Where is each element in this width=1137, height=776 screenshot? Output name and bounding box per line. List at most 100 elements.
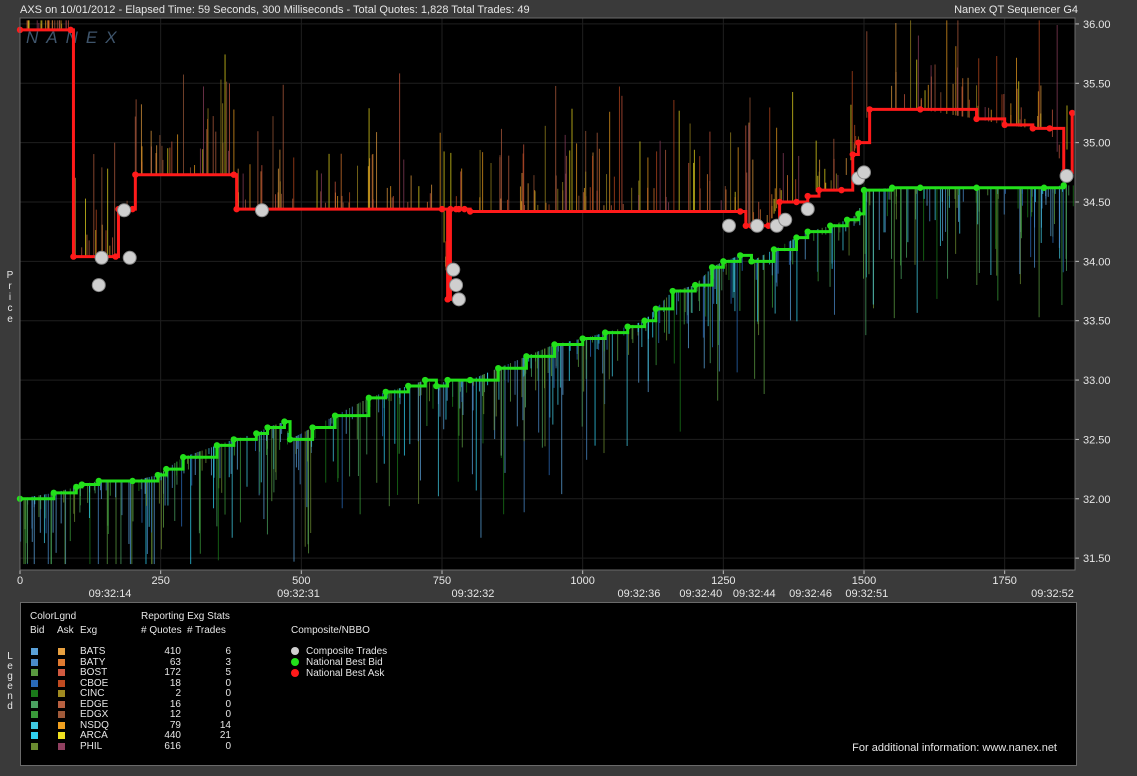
ask-color-swatch bbox=[58, 648, 65, 655]
col-ask-header: Ask bbox=[57, 625, 74, 636]
stats-title: Reporting Exg Stats bbox=[141, 611, 230, 622]
bid-point bbox=[163, 465, 170, 473]
x-tick-label: 1750 bbox=[992, 575, 1016, 587]
bid-color-swatch bbox=[31, 711, 38, 718]
composite-trade-marker bbox=[446, 262, 461, 277]
ask-color-swatch bbox=[58, 690, 65, 697]
bid-point bbox=[579, 335, 586, 342]
ask-point bbox=[855, 139, 862, 146]
bid-point bbox=[708, 264, 716, 271]
ask-point bbox=[742, 222, 750, 229]
bid-point bbox=[213, 442, 221, 449]
bid-point bbox=[973, 184, 980, 191]
y-tick-label: 34.00 bbox=[1083, 256, 1111, 268]
col-exg-header: Exg bbox=[80, 625, 98, 636]
trade-count: 3 bbox=[225, 656, 231, 668]
ask-point bbox=[776, 198, 783, 206]
trade-count: 6 bbox=[225, 646, 231, 657]
bid-point bbox=[78, 481, 86, 488]
nbbo-legend-dot bbox=[291, 658, 299, 666]
bid-point bbox=[50, 489, 57, 497]
col-quotes-header: # Quotes bbox=[141, 625, 182, 636]
composite-trade-marker bbox=[94, 250, 109, 265]
x-tick-label: 500 bbox=[292, 575, 310, 587]
nbbo-legend-label: Composite Trades bbox=[306, 646, 388, 657]
bid-point bbox=[737, 252, 744, 259]
quote-count: 63 bbox=[169, 656, 181, 668]
trade-count: 0 bbox=[225, 740, 231, 752]
bid-point bbox=[855, 210, 862, 218]
bid-point bbox=[827, 222, 834, 229]
quote-count: 12 bbox=[169, 709, 181, 720]
legend-side-label: Legend bbox=[4, 652, 16, 712]
exchange-name: NSDQ bbox=[80, 719, 109, 731]
ask-point bbox=[737, 208, 744, 215]
ask-color-swatch bbox=[58, 700, 65, 708]
exchange-name: CBOE bbox=[80, 677, 109, 689]
bid-point bbox=[804, 228, 811, 235]
y-tick-label: 32.50 bbox=[1083, 434, 1111, 446]
ask-point bbox=[815, 186, 823, 194]
bid-point bbox=[551, 341, 558, 348]
composite-trade-marker bbox=[451, 292, 466, 307]
composite-trade-marker bbox=[1059, 168, 1074, 183]
bid-point bbox=[286, 436, 294, 443]
quote-count: 79 bbox=[169, 719, 181, 731]
ask-color-swatch bbox=[58, 742, 65, 750]
ask-point bbox=[804, 192, 811, 200]
ask-color-swatch bbox=[58, 679, 65, 687]
quote-count: 172 bbox=[164, 667, 181, 678]
composite-trade-marker bbox=[857, 165, 871, 180]
ask-color-swatch bbox=[58, 669, 65, 676]
composite-trade-marker bbox=[122, 250, 137, 265]
bid-point bbox=[793, 234, 800, 241]
exchange-name: EDGE bbox=[80, 698, 109, 710]
quote-count: 410 bbox=[164, 646, 181, 657]
x-tick-label: 250 bbox=[151, 575, 169, 587]
bid-point bbox=[1040, 184, 1048, 191]
trade-count: 21 bbox=[219, 730, 231, 741]
legend-panel: ColorLgnd Bid Ask Exg Reporting Exg Stat… bbox=[20, 602, 1077, 766]
bid-point bbox=[264, 424, 271, 431]
time-label: 09:32:51 bbox=[845, 588, 888, 600]
ask-point bbox=[849, 151, 856, 158]
quote-count: 16 bbox=[169, 698, 181, 710]
quote-count: 2 bbox=[175, 688, 181, 699]
bid-point bbox=[309, 424, 316, 431]
bid-point bbox=[917, 184, 924, 191]
bid-point bbox=[601, 329, 609, 336]
bid-point bbox=[331, 412, 339, 419]
exchange-name: CINC bbox=[80, 688, 105, 699]
y-tick-label: 32.00 bbox=[1083, 494, 1111, 506]
time-label: 09:32:14 bbox=[89, 588, 132, 600]
y-tick-label: 33.50 bbox=[1083, 316, 1111, 328]
composite-trade-marker bbox=[91, 278, 106, 293]
price-chart: 31.50 32.00 32.50 33.00 33.50 34.00 34.50 35.00… bbox=[16, 17, 1111, 600]
ask-point bbox=[444, 296, 451, 303]
col-trades-header: # Trades bbox=[187, 625, 226, 636]
bid-point bbox=[129, 477, 136, 485]
ask-point bbox=[455, 205, 463, 213]
x-tick-label: 750 bbox=[433, 575, 451, 587]
nbbo-title: Composite/NBBO bbox=[291, 625, 370, 636]
time-label: 09:32:46 bbox=[789, 588, 832, 600]
composite-trade-marker bbox=[254, 203, 269, 218]
legend-label-char: d bbox=[7, 701, 13, 712]
nbbo-legend-label: National Best Bid bbox=[306, 657, 383, 668]
x-tick-label: 1250 bbox=[711, 575, 735, 587]
time-label: 09:32:32 bbox=[452, 588, 495, 600]
bid-point bbox=[382, 388, 389, 396]
bid-color-swatch bbox=[31, 690, 38, 697]
quote-count: 18 bbox=[169, 677, 181, 689]
bid-point bbox=[405, 382, 412, 390]
bid-point bbox=[444, 376, 451, 384]
y-tick-label: 31.50 bbox=[1083, 553, 1111, 565]
bid-color-swatch bbox=[31, 732, 38, 739]
exchange-name: PHIL bbox=[80, 740, 103, 752]
bid-point bbox=[720, 258, 727, 265]
bid-color-swatch bbox=[31, 658, 38, 666]
bid-point bbox=[748, 258, 755, 265]
ask-point bbox=[230, 171, 238, 178]
ask-point bbox=[793, 198, 800, 206]
bid-point bbox=[669, 287, 676, 295]
